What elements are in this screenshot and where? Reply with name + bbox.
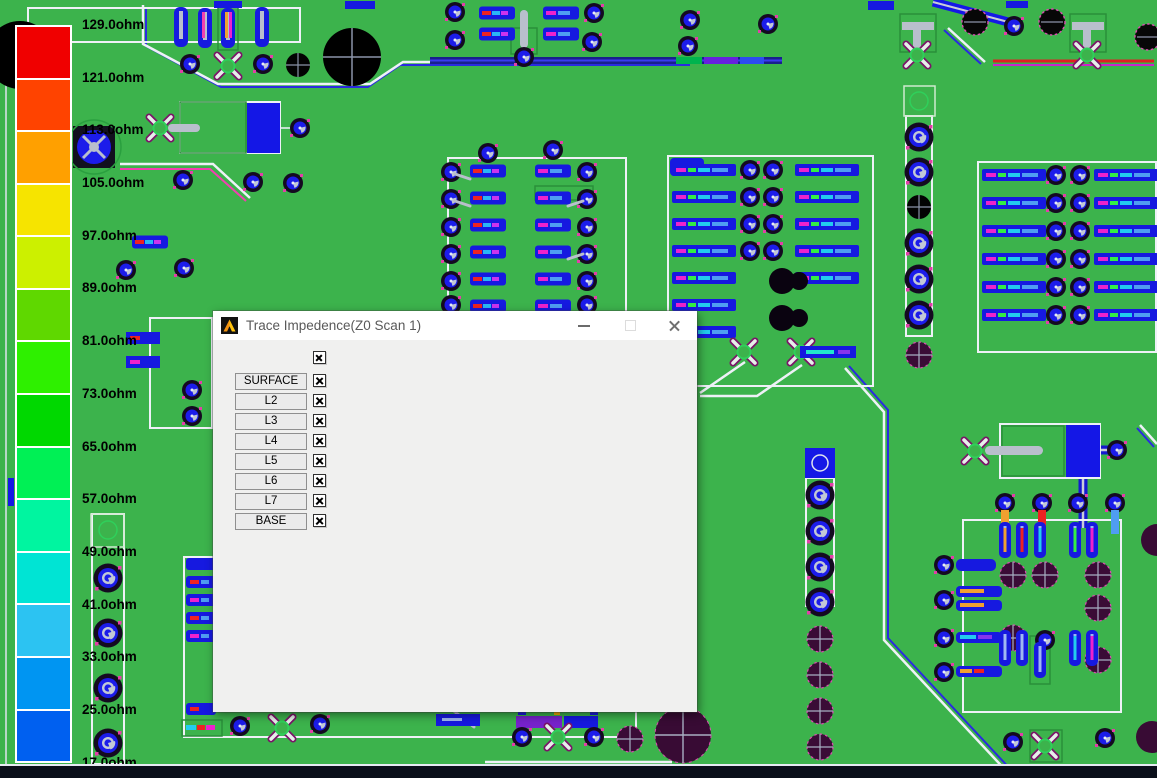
layer-checkbox-base[interactable] <box>313 514 326 527</box>
dialog-titlebar[interactable]: Trace Impedence(Z0 Scan 1) <box>213 311 697 340</box>
app-screen: 129.0ohm 121.0ohm 113.0ohm 105.0ohm 97.0… <box>0 0 1157 778</box>
trace-impedance-dialog: Trace Impedence(Z0 Scan 1) SURFACE L2 L3… <box>213 311 697 712</box>
layer-checkbox-surface[interactable] <box>313 374 326 387</box>
dialog-title: Trace Impedence(Z0 Scan 1) <box>246 318 421 333</box>
legend-color-block <box>17 711 70 762</box>
legend-color-block <box>17 553 70 606</box>
legend-label: 33.0ohm <box>82 649 137 664</box>
legend-color-block <box>17 290 70 343</box>
legend-color-block <box>17 27 70 80</box>
minimize-icon[interactable] <box>561 311 607 340</box>
layer-button-l7[interactable]: L7 <box>235 493 307 510</box>
layer-checkbox-l7[interactable] <box>313 494 326 507</box>
legend-label: 41.0ohm <box>82 597 137 612</box>
legend-label: 49.0ohm <box>82 544 137 559</box>
legend-color-block <box>17 448 70 501</box>
altium-logo-icon <box>221 317 238 334</box>
legend-color-block <box>17 500 70 553</box>
legend-color-block <box>17 658 70 711</box>
select-all-checkbox[interactable] <box>313 351 326 364</box>
layer-checkbox-l3[interactable] <box>313 414 326 427</box>
impedance-color-scale <box>15 25 72 763</box>
layer-checkbox-l2[interactable] <box>313 394 326 407</box>
legend-color-block <box>17 395 70 448</box>
layer-checkbox-l4[interactable] <box>313 434 326 447</box>
legend-label: 81.0ohm <box>82 333 137 348</box>
layer-checkbox-l6[interactable] <box>313 474 326 487</box>
layer-button-l2[interactable]: L2 <box>235 393 307 410</box>
legend-color-block <box>17 237 70 290</box>
layer-button-l6[interactable]: L6 <box>235 473 307 490</box>
layer-button-l3[interactable]: L3 <box>235 413 307 430</box>
legend-label: 57.0ohm <box>82 491 137 506</box>
window-bottom-edge <box>0 764 1157 778</box>
legend-label: 97.0ohm <box>82 228 137 243</box>
close-icon[interactable] <box>651 311 697 340</box>
legend-label: 89.0ohm <box>82 280 137 295</box>
legend-color-block <box>17 80 70 133</box>
legend-label: 129.0ohm <box>82 17 144 32</box>
legend-color-block <box>17 342 70 395</box>
layer-button-base[interactable]: BASE <box>235 513 307 530</box>
maximize-icon[interactable] <box>607 311 653 340</box>
legend-label: 113.0ohm <box>82 122 144 137</box>
legend-label: 105.0ohm <box>82 175 144 190</box>
legend-label: 25.0ohm <box>82 702 137 717</box>
layer-button-l5[interactable]: L5 <box>235 453 307 470</box>
legend-label: 65.0ohm <box>82 439 137 454</box>
layer-checkbox-l5[interactable] <box>313 454 326 467</box>
legend-color-block <box>17 132 70 185</box>
layer-button-l4[interactable]: L4 <box>235 433 307 450</box>
layer-button-surface[interactable]: SURFACE <box>235 373 307 390</box>
legend-label: 73.0ohm <box>82 386 137 401</box>
legend-color-block <box>17 185 70 238</box>
legend-label: 121.0ohm <box>82 70 144 85</box>
legend-color-block <box>17 605 70 658</box>
